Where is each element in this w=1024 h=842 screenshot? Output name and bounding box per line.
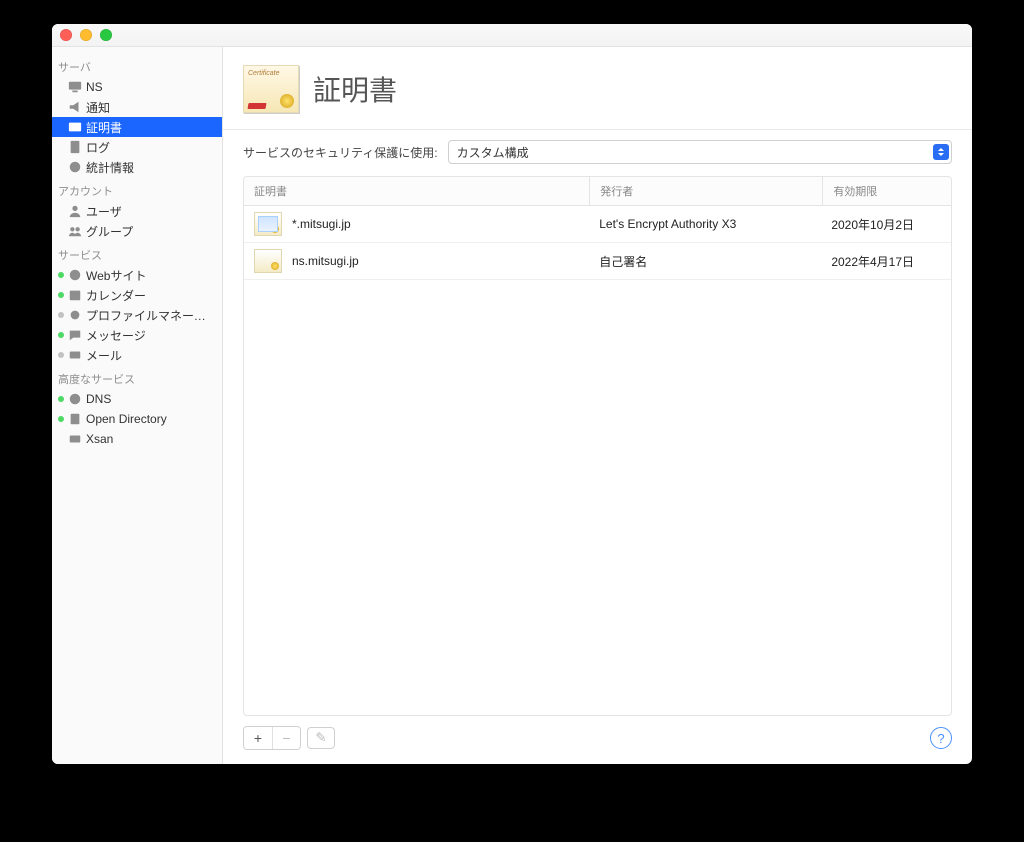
sidebar-item-label: メール — [86, 347, 122, 364]
sidebar-item-label: グループ — [86, 223, 133, 240]
close-window-button[interactable] — [60, 29, 72, 41]
megaphone-icon — [68, 100, 82, 114]
sidebar-item-messages[interactable]: メッセージ — [52, 325, 222, 345]
column-header-name[interactable]: 証明書 — [244, 177, 590, 205]
help-button[interactable]: ? — [930, 727, 952, 749]
sidebar-item-label: 統計情報 — [86, 159, 134, 176]
directory-icon — [68, 412, 82, 426]
edit-button[interactable]: ✎ — [307, 727, 335, 749]
sidebar-item-label: 証明書 — [86, 119, 122, 136]
sidebar-item-label: Xsan — [86, 432, 113, 446]
page-title: 証明書 — [313, 69, 397, 109]
sidebar-item-label: DNS — [86, 392, 111, 406]
sidebar-item-stats[interactable]: 統計情報 — [52, 157, 222, 177]
mail-icon — [68, 348, 82, 362]
page-header: 証明書 — [223, 47, 972, 130]
titlebar — [52, 24, 972, 46]
cert-expire: 2022年4月17日 — [821, 247, 951, 276]
question-icon: ? — [937, 731, 944, 746]
sidebar: サーバ NS 通知 証明書 ログ 統計情報 アカウント — [52, 47, 223, 764]
sidebar-item-groups[interactable]: グループ — [52, 221, 222, 241]
sidebar-item-certificates[interactable]: 証明書 — [52, 117, 222, 137]
chevron-up-down-icon — [933, 144, 949, 160]
sidebar-item-label: Webサイト — [86, 267, 146, 284]
table-row[interactable]: ns.mitsugi.jp 自己署名2022年4月17日 — [244, 243, 951, 280]
cert-issuer: Let's Encrypt Authority X3 — [589, 211, 821, 237]
gauge-icon — [68, 160, 82, 174]
group-icon — [68, 224, 82, 238]
sidebar-section-services: サービス — [52, 241, 222, 265]
chat-icon — [68, 328, 82, 342]
status-dot-icon — [58, 396, 64, 402]
sidebar-item-label: メッセージ — [86, 327, 146, 344]
add-button[interactable]: + — [244, 727, 272, 749]
column-header-expire[interactable]: 有効期限 — [823, 177, 952, 205]
sidebar-item-label: NS — [86, 80, 103, 94]
sidebar-item-label: カレンダー — [86, 287, 146, 304]
sidebar-item-mail[interactable]: メール — [52, 345, 222, 365]
remove-button[interactable]: − — [272, 727, 300, 749]
table-body: *.mitsugi.jp Let's Encrypt Authority X320… — [244, 206, 951, 715]
table-row[interactable]: *.mitsugi.jp Let's Encrypt Authority X320… — [244, 206, 951, 243]
sidebar-item-label: Open Directory — [86, 412, 167, 426]
sidebar-item-open-directory[interactable]: Open Directory — [52, 409, 222, 429]
certificates-table: 証明書 発行者 有効期限 *.mitsugi.jp Let's Encrypt A… — [243, 176, 952, 716]
sidebar-item-notifications[interactable]: 通知 — [52, 97, 222, 117]
zoom-window-button[interactable] — [100, 29, 112, 41]
column-header-issuer[interactable]: 発行者 — [590, 177, 823, 205]
gear-icon — [68, 308, 82, 322]
sidebar-item-logs[interactable]: ログ — [52, 137, 222, 157]
filter-row: サービスのセキュリティ保護に使用: カスタム構成 — [223, 130, 972, 176]
globe-icon — [68, 268, 82, 282]
sidebar-item-users[interactable]: ユーザ — [52, 201, 222, 221]
status-dot-icon — [58, 312, 64, 318]
filter-select[interactable]: カスタム構成 — [448, 140, 952, 164]
server-app-window: サーバ NS 通知 証明書 ログ 統計情報 アカウント — [52, 24, 972, 764]
main-panel: 証明書 サービスのセキュリティ保護に使用: カスタム構成 証明書 発行者 有効期… — [223, 47, 972, 764]
status-dot-icon — [58, 272, 64, 278]
sidebar-item-label: ログ — [86, 139, 110, 156]
status-dot-icon — [58, 332, 64, 338]
certificate-icon — [68, 120, 82, 134]
sidebar-item-profile-manager[interactable]: プロファイルマネージャ — [52, 305, 222, 325]
sidebar-item-label: ユーザ — [86, 203, 122, 220]
sidebar-item-label: プロファイルマネージャ — [86, 307, 216, 324]
status-dot-icon — [58, 416, 64, 422]
sidebar-item-websites[interactable]: Webサイト — [52, 265, 222, 285]
pencil-icon: ✎ — [315, 730, 326, 746]
status-dot-icon — [58, 292, 64, 298]
cert-name: ns.mitsugi.jp — [292, 254, 359, 268]
certificate-icon — [254, 212, 282, 236]
table-toolbar: + − ✎ ? — [223, 716, 972, 764]
sidebar-item-xsan[interactable]: Xsan — [52, 429, 222, 449]
minimize-window-button[interactable] — [80, 29, 92, 41]
filter-select-value: カスタム構成 — [457, 144, 933, 161]
calendar-icon — [68, 288, 82, 302]
certificate-large-icon — [243, 65, 299, 113]
sidebar-item-dns[interactable]: DNS — [52, 389, 222, 409]
filter-label: サービスのセキュリティ保護に使用: — [243, 144, 438, 161]
sidebar-item-ns[interactable]: NS — [52, 77, 222, 97]
sidebar-section-account: アカウント — [52, 177, 222, 201]
display-icon — [68, 80, 82, 94]
sidebar-section-server: サーバ — [52, 53, 222, 77]
log-icon — [68, 140, 82, 154]
dns-icon — [68, 392, 82, 406]
table-header: 証明書 発行者 有効期限 — [244, 177, 951, 206]
sidebar-item-label: 通知 — [86, 99, 110, 116]
sidebar-item-calendar[interactable]: カレンダー — [52, 285, 222, 305]
xsan-icon — [68, 432, 82, 446]
status-dot-icon — [58, 352, 64, 358]
certificate-icon — [254, 249, 282, 273]
sidebar-section-advanced: 高度なサービス — [52, 365, 222, 389]
add-remove-segmented: + − — [243, 726, 301, 750]
user-icon — [68, 204, 82, 218]
cert-name: *.mitsugi.jp — [292, 217, 351, 231]
cert-issuer: 自己署名 — [589, 247, 821, 276]
cert-expire: 2020年10月2日 — [821, 210, 951, 239]
